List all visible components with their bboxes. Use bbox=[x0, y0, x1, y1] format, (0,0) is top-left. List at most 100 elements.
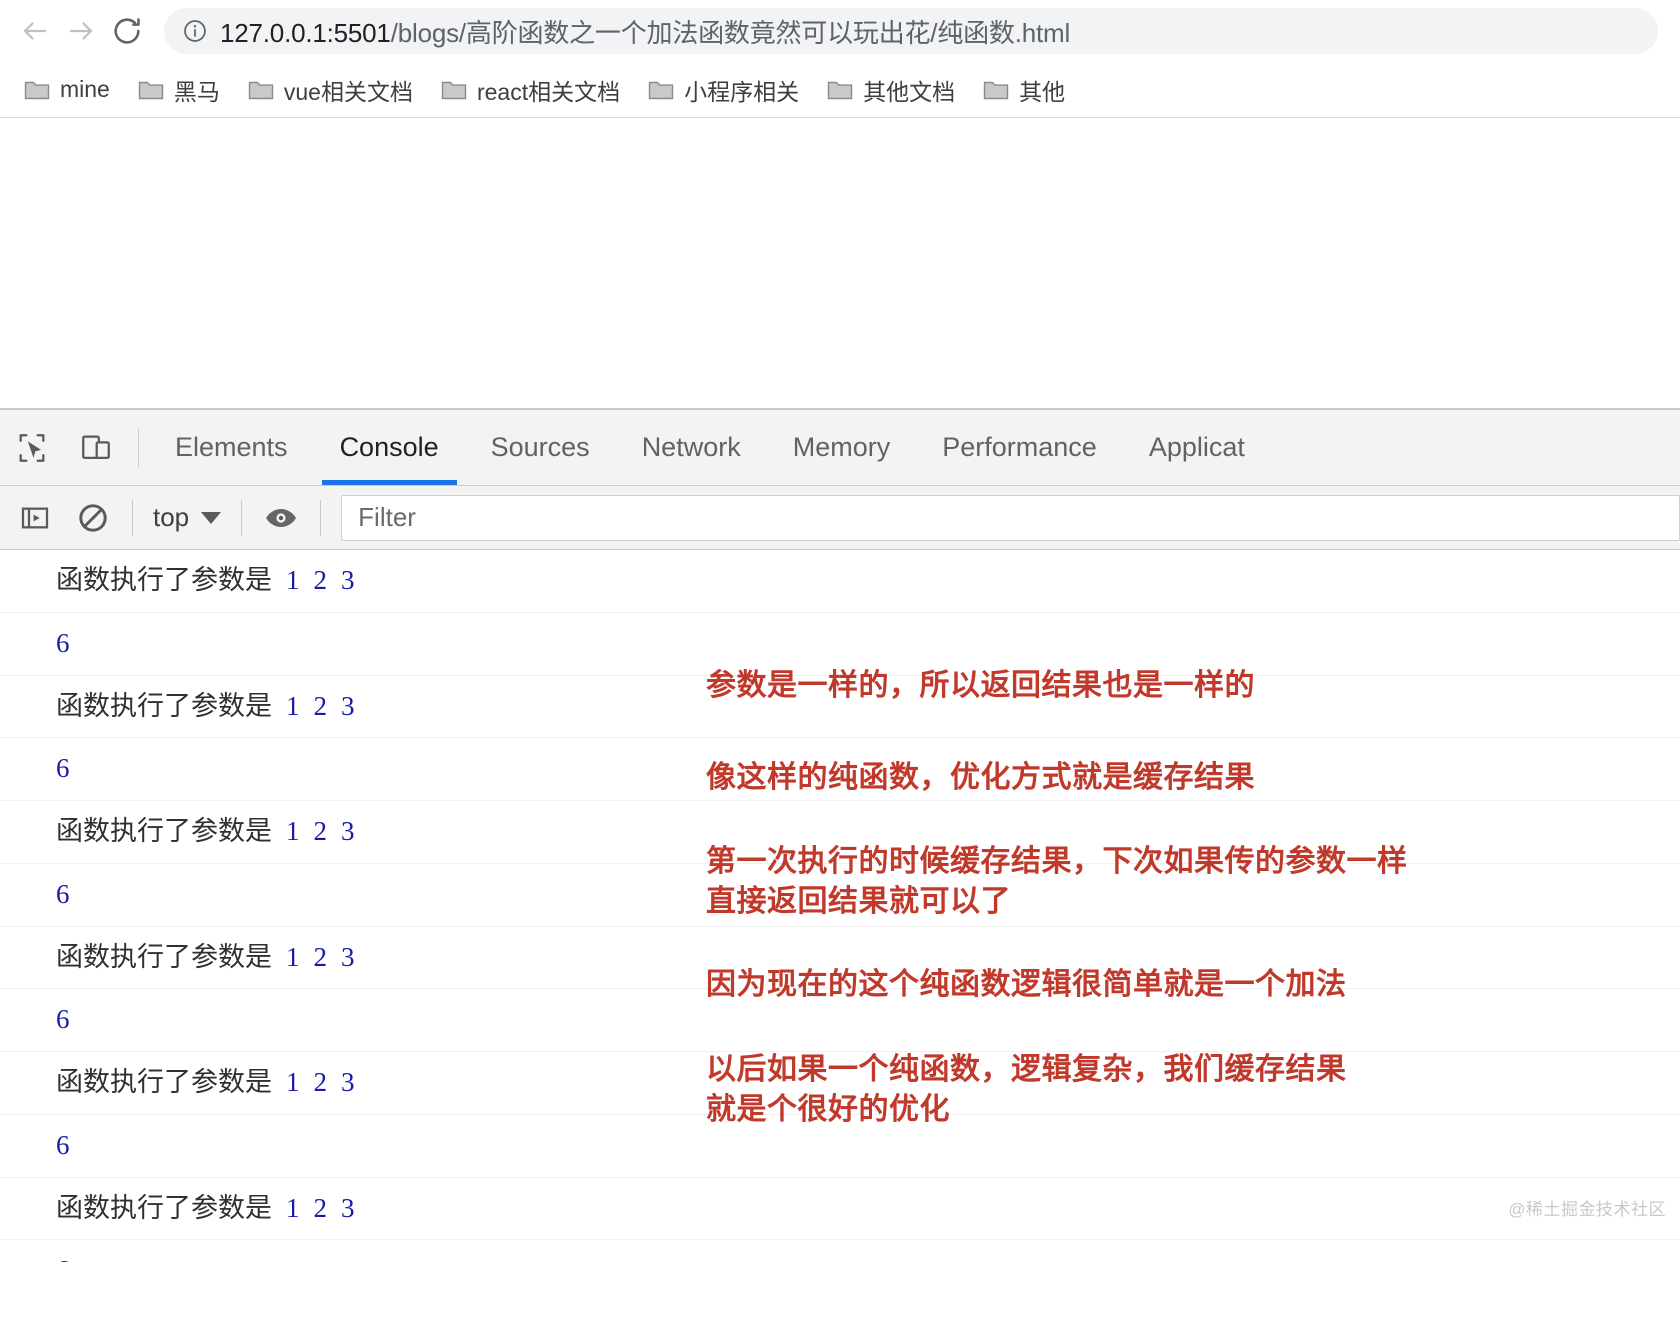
folder-icon bbox=[441, 79, 467, 101]
tab-application[interactable]: Applicat bbox=[1123, 410, 1271, 485]
bookmark-vue-docs[interactable]: vue相关文档 bbox=[238, 70, 423, 110]
tab-elements[interactable]: Elements bbox=[149, 410, 314, 485]
tab-label: Sources bbox=[491, 432, 590, 463]
back-arrow-icon bbox=[20, 16, 50, 46]
tab-performance[interactable]: Performance bbox=[916, 410, 1123, 485]
console-arg: 1 bbox=[286, 1067, 300, 1097]
toolbar-divider bbox=[241, 500, 242, 536]
folder-icon bbox=[827, 79, 853, 101]
tab-label: Console bbox=[340, 432, 439, 463]
page-info-icon[interactable] bbox=[182, 18, 208, 44]
bookmark-other[interactable]: 其他 bbox=[973, 70, 1075, 110]
tab-label: Memory bbox=[793, 432, 891, 463]
filter-input[interactable]: Filter bbox=[341, 495, 1680, 541]
browser-chrome: 127.0.0.1:5501/blogs/高阶函数之一个加法函数竟然可以玩出花/… bbox=[0, 0, 1680, 118]
console-row[interactable]: 6 bbox=[0, 738, 1680, 801]
bookmark-label: react相关文档 bbox=[477, 73, 620, 107]
console-row[interactable]: 6 bbox=[0, 864, 1680, 927]
console-result-value: 6 bbox=[56, 879, 70, 909]
tab-label: Elements bbox=[175, 432, 288, 463]
console-row[interactable]: 6 bbox=[0, 989, 1680, 1052]
console-arg: 1 bbox=[286, 691, 300, 721]
forward-button[interactable] bbox=[58, 8, 104, 54]
execution-context-selector[interactable]: top bbox=[143, 494, 231, 542]
tab-sources[interactable]: Sources bbox=[465, 410, 616, 485]
console-row[interactable]: 6 bbox=[0, 1240, 1680, 1262]
console-row[interactable]: 函数执行了参数是 123 bbox=[0, 1178, 1680, 1241]
toolbar-divider bbox=[132, 500, 133, 536]
console-arg: 2 bbox=[314, 1193, 328, 1223]
bookmark-miniprogram[interactable]: 小程序相关 bbox=[638, 70, 809, 110]
tab-console[interactable]: Console bbox=[314, 410, 465, 485]
devtools-panel: Elements Console Sources Network Memory … bbox=[0, 408, 1680, 1262]
console-arg: 2 bbox=[314, 942, 328, 972]
device-toolbar-button[interactable] bbox=[64, 410, 128, 485]
console-row[interactable]: 6 bbox=[0, 613, 1680, 676]
console-message-text: 函数执行了参数是 bbox=[56, 1067, 272, 1097]
console-message-text: 函数执行了参数是 bbox=[56, 691, 272, 721]
bookmark-label: mine bbox=[60, 76, 110, 103]
chevron-down-icon bbox=[201, 512, 221, 524]
folder-icon bbox=[648, 79, 674, 101]
console-sidebar-toggle-button[interactable] bbox=[6, 489, 64, 547]
reload-button[interactable] bbox=[104, 8, 150, 54]
tab-label: Applicat bbox=[1149, 432, 1245, 463]
console-row[interactable]: 函数执行了参数是123 bbox=[0, 927, 1680, 990]
bookmark-label: 黑马 bbox=[174, 73, 220, 107]
back-button[interactable] bbox=[12, 8, 58, 54]
inspect-element-button[interactable] bbox=[0, 410, 64, 485]
console-row[interactable]: 函数执行了参数是 123 bbox=[0, 676, 1680, 739]
bookmark-heima[interactable]: 黑马 bbox=[128, 70, 230, 110]
console-toolbar: top Filter bbox=[0, 486, 1680, 550]
console-result-value: 6 bbox=[56, 1130, 70, 1160]
console-arg: 2 bbox=[314, 816, 328, 846]
bookmark-label: 小程序相关 bbox=[684, 73, 799, 107]
console-arg: 2 bbox=[314, 691, 328, 721]
clear-console-button[interactable] bbox=[64, 489, 122, 547]
clear-console-icon bbox=[76, 501, 110, 535]
console-row[interactable]: 6 bbox=[0, 1115, 1680, 1178]
console-arg: 3 bbox=[341, 816, 355, 846]
toolbar-divider bbox=[320, 500, 321, 536]
live-expression-button[interactable] bbox=[252, 489, 310, 547]
sidebar-panel-icon bbox=[19, 502, 51, 534]
bookmark-other-docs[interactable]: 其他文档 bbox=[817, 70, 965, 110]
bookmark-label: vue相关文档 bbox=[284, 73, 413, 107]
tab-label: Performance bbox=[942, 432, 1097, 463]
bookmarks-bar: mine 黑马 vue相关文档 react相关文档 小程序相关 bbox=[0, 62, 1680, 118]
bookmark-mine[interactable]: mine bbox=[14, 70, 120, 110]
folder-icon bbox=[24, 79, 50, 101]
folder-icon bbox=[138, 79, 164, 101]
watermark: @稀土掘金技术社区 bbox=[1508, 1195, 1666, 1220]
console-arg: 1 bbox=[286, 565, 300, 595]
bookmark-react-docs[interactable]: react相关文档 bbox=[431, 70, 630, 110]
console-arg: 1 bbox=[286, 1193, 300, 1223]
filter-placeholder: Filter bbox=[358, 502, 416, 533]
console-result-value: 6 bbox=[56, 1255, 70, 1262]
console-arg: 3 bbox=[341, 1193, 355, 1223]
console-arg: 3 bbox=[341, 1067, 355, 1097]
console-arg: 1 bbox=[286, 816, 300, 846]
console-result-value: 6 bbox=[56, 753, 70, 783]
console-arg: 1 bbox=[286, 942, 300, 972]
console-message-text: 函数执行了参数是 bbox=[56, 1193, 272, 1223]
console-arg: 3 bbox=[341, 691, 355, 721]
reload-icon bbox=[111, 15, 143, 47]
execution-context-label: top bbox=[153, 502, 189, 533]
console-row[interactable]: 函数执行了参数是 123 bbox=[0, 1052, 1680, 1115]
folder-icon bbox=[248, 79, 274, 101]
forward-arrow-icon bbox=[66, 16, 96, 46]
console-message-list[interactable]: 函数执行了参数是123 6 函数执行了参数是123 6 函数执行了参数是123 … bbox=[0, 550, 1680, 1262]
tab-memory[interactable]: Memory bbox=[767, 410, 917, 485]
address-bar[interactable]: 127.0.0.1:5501/blogs/高阶函数之一个加法函数竟然可以玩出花/… bbox=[164, 8, 1658, 54]
folder-icon bbox=[983, 79, 1009, 101]
console-message-text: 函数执行了参数是 bbox=[56, 942, 272, 972]
toolbar-divider bbox=[138, 428, 139, 467]
console-arg: 2 bbox=[314, 1067, 328, 1097]
url-host: 127.0.0.1:5501 bbox=[220, 18, 391, 48]
tab-network[interactable]: Network bbox=[616, 410, 767, 485]
tab-label: Network bbox=[642, 432, 741, 463]
console-row[interactable]: 函数执行了参数是123 bbox=[0, 801, 1680, 864]
console-row[interactable]: 函数执行了参数是123 bbox=[0, 550, 1680, 613]
bookmark-label: 其他文档 bbox=[863, 73, 955, 107]
